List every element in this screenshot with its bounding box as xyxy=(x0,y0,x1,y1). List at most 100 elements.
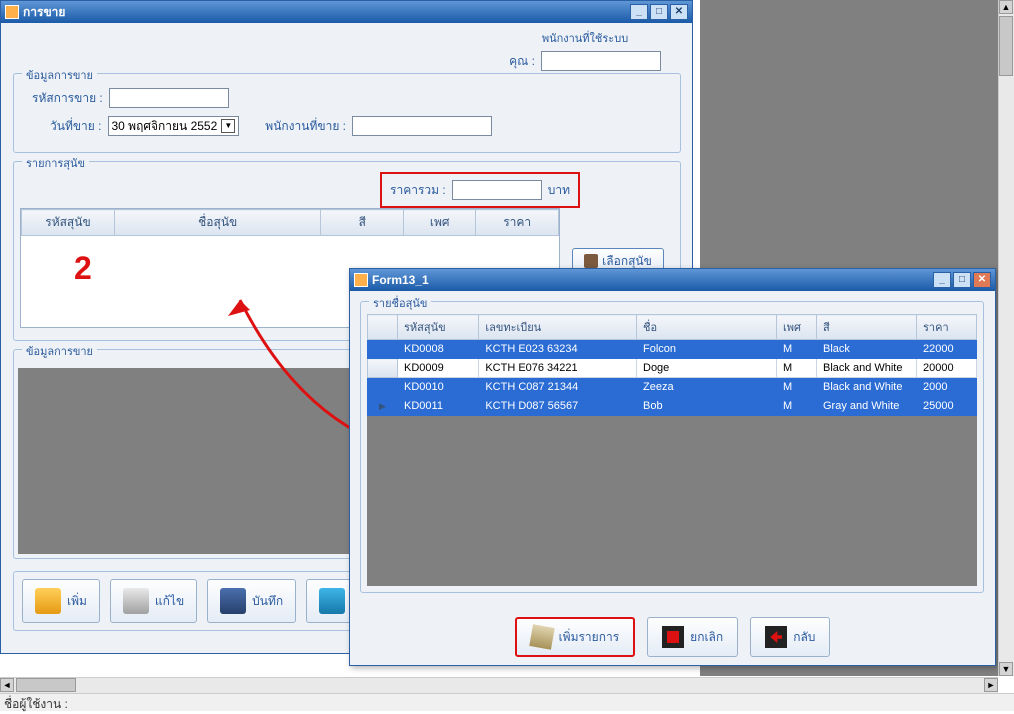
chevron-down-icon[interactable]: ▼ xyxy=(221,119,235,133)
cell-id[interactable]: KD0008 xyxy=(398,340,479,359)
cell-name[interactable]: Doge xyxy=(637,359,777,378)
col-id[interactable]: รหัสสุนัข xyxy=(22,210,115,236)
scroll-thumb-v[interactable] xyxy=(999,16,1013,76)
delete-icon xyxy=(319,588,345,614)
row-header[interactable] xyxy=(368,397,398,416)
total-field[interactable] xyxy=(452,180,542,200)
save-icon xyxy=(220,588,246,614)
form-icon xyxy=(354,273,368,287)
vertical-scrollbar[interactable]: ▲ ▼ xyxy=(998,0,1014,676)
add-button[interactable]: เพิ่ม xyxy=(22,579,100,623)
col2-sex[interactable]: เพศ xyxy=(777,315,817,340)
doglist-caption: รายชื่อสุนัข xyxy=(369,294,431,312)
cell-price[interactable]: 25000 xyxy=(917,397,977,416)
current-user-box: พนักงานที่ใช้ระบบ คุณ : xyxy=(491,29,679,67)
minimize-button-2[interactable]: _ xyxy=(933,272,951,288)
col2-reg[interactable]: เลขทะเบียน xyxy=(479,315,637,340)
cell-price[interactable]: 22000 xyxy=(917,340,977,359)
window2-title: Form13_1 xyxy=(372,273,429,287)
cell-sex[interactable]: M xyxy=(777,378,817,397)
current-user-field[interactable] xyxy=(541,51,661,71)
col-name[interactable]: ชื่อสุนัข xyxy=(114,210,321,236)
cell-color[interactable]: Black and White xyxy=(817,359,917,378)
cell-name[interactable]: Folcon xyxy=(637,340,777,359)
minimize-button[interactable]: _ xyxy=(630,4,648,20)
cell-sex[interactable]: M xyxy=(777,359,817,378)
seller-field[interactable] xyxy=(352,116,492,136)
cell-id[interactable]: KD0010 xyxy=(398,378,479,397)
save-label: บันทึก xyxy=(252,592,283,611)
maximize-button[interactable]: □ xyxy=(650,4,668,20)
table-row[interactable]: KD0008KCTH E023 63234FolconMBlack22000 xyxy=(368,340,977,359)
col-color[interactable]: สี xyxy=(321,210,404,236)
maximize-button-2[interactable]: □ xyxy=(953,272,971,288)
cell-color[interactable]: Black and White xyxy=(817,378,917,397)
cell-sex[interactable]: M xyxy=(777,397,817,416)
cell-name[interactable]: Zeeza xyxy=(637,378,777,397)
close-button-2[interactable]: ✕ xyxy=(973,272,991,288)
seller-label: พนักงานที่ขาย : xyxy=(265,117,346,136)
cell-reg[interactable]: KCTH C087 21344 xyxy=(479,378,637,397)
add-label: เพิ่ม xyxy=(67,592,87,611)
back-icon xyxy=(765,626,787,648)
scroll-up-icon[interactable]: ▲ xyxy=(999,0,1013,14)
cell-sex[interactable]: M xyxy=(777,340,817,359)
close-button[interactable]: ✕ xyxy=(670,4,688,20)
cancel-button[interactable]: ยกเลิก xyxy=(647,617,738,657)
row-header[interactable] xyxy=(368,378,398,397)
table-row[interactable]: KD0011KCTH D087 56567BobMGray and White2… xyxy=(368,397,977,416)
table-row[interactable]: KD0010KCTH C087 21344ZeezaMBlack and Whi… xyxy=(368,378,977,397)
status-bar: ชื่อผู้ใช้งาน : xyxy=(0,693,1014,711)
add-item-icon xyxy=(529,624,554,649)
back-button[interactable]: กลับ xyxy=(750,617,830,657)
row-header[interactable] xyxy=(368,359,398,378)
horizontal-scrollbar[interactable]: ◄ ► xyxy=(0,677,998,693)
total-unit: บาท xyxy=(548,181,570,200)
col-price[interactable]: ราคา xyxy=(476,210,559,236)
current-user-label: คุณ : xyxy=(509,52,535,71)
cancel-label: ยกเลิก xyxy=(690,628,723,647)
save-button[interactable]: บันทึก xyxy=(207,579,296,623)
col2-id[interactable]: รหัสสุนัข xyxy=(398,315,479,340)
sale-info-caption: ข้อมูลการขาย xyxy=(22,66,97,84)
saledate-picker[interactable]: 30 พฤศจิกายน 2552 ▼ xyxy=(108,116,240,136)
sale-detail-caption: ข้อมูลการขาย xyxy=(22,342,97,360)
cell-price[interactable]: 2000 xyxy=(917,378,977,397)
saledate-value: 30 พฤศจิกายน 2552 xyxy=(112,117,218,136)
scroll-right-icon[interactable]: ► xyxy=(984,678,998,692)
cell-price[interactable]: 20000 xyxy=(917,359,977,378)
scroll-thumb-h[interactable] xyxy=(16,678,76,692)
edit-label: แก้ไข xyxy=(155,592,184,611)
cell-reg[interactable]: KCTH E076 34221 xyxy=(479,359,637,378)
edit-button[interactable]: แก้ไข xyxy=(110,579,197,623)
titlebar-sale[interactable]: การขาย _ □ ✕ xyxy=(1,1,692,23)
cell-color[interactable]: Gray and White xyxy=(817,397,917,416)
cell-reg[interactable]: KCTH E023 63234 xyxy=(479,340,637,359)
cell-reg[interactable]: KCTH D087 56567 xyxy=(479,397,637,416)
cell-name[interactable]: Bob xyxy=(637,397,777,416)
col2-name[interactable]: ชื่อ xyxy=(637,315,777,340)
app-icon xyxy=(5,5,19,19)
row-header-col xyxy=(368,315,398,340)
row-header[interactable] xyxy=(368,340,398,359)
doglist-group: รายชื่อสุนัข รหัสสุนัข เลขทะเบียน ชื่อ เ… xyxy=(360,301,984,593)
table-row[interactable]: KD0009KCTH E076 34221DogeMBlack and Whit… xyxy=(368,359,977,378)
cell-id[interactable]: KD0009 xyxy=(398,359,479,378)
cell-color[interactable]: Black xyxy=(817,340,917,359)
back-label: กลับ xyxy=(793,628,815,647)
add-item-button[interactable]: เพิ่มรายการ xyxy=(515,617,636,657)
cell-id[interactable]: KD0011 xyxy=(398,397,479,416)
status-user-label: ชื่อผู้ใช้งาน : xyxy=(4,697,68,711)
window-title: การขาย xyxy=(23,3,65,22)
total-label: ราคารวม : xyxy=(390,181,446,200)
scroll-left-icon[interactable]: ◄ xyxy=(0,678,14,692)
col2-color[interactable]: สี xyxy=(817,315,917,340)
sale-info-group: ข้อมูลการขาย รหัสการขาย : วันที่ขาย : 30… xyxy=(13,73,681,153)
scroll-down-icon[interactable]: ▼ xyxy=(999,662,1013,676)
col2-price[interactable]: ราคา xyxy=(917,315,977,340)
titlebar-doglist[interactable]: Form13_1 _ □ ✕ xyxy=(350,269,995,291)
saleid-field[interactable] xyxy=(109,88,229,108)
col-sex[interactable]: เพศ xyxy=(404,210,476,236)
dog-icon xyxy=(584,254,598,268)
doglist-grid[interactable]: รหัสสุนัข เลขทะเบียน ชื่อ เพศ สี ราคา KD… xyxy=(367,314,977,586)
